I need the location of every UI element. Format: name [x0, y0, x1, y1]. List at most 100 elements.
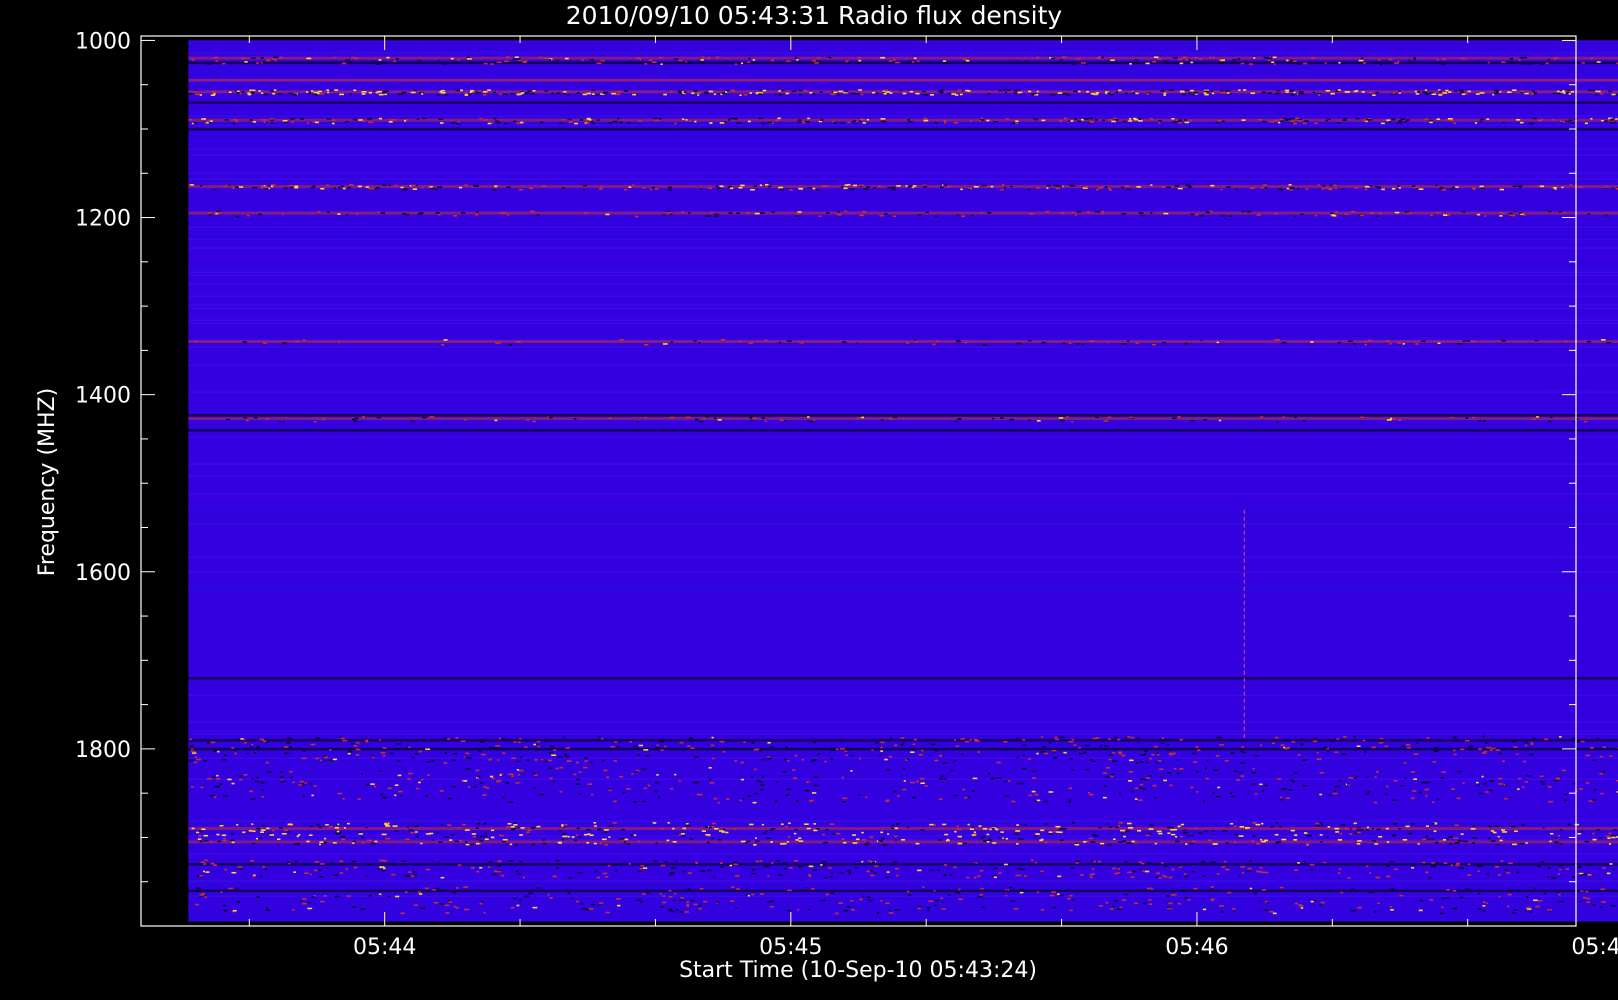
speckle — [1055, 825, 1061, 828]
speckle — [1191, 840, 1196, 843]
speckle — [817, 57, 820, 60]
speckle — [455, 840, 459, 843]
speckle — [841, 838, 845, 840]
speckle — [421, 93, 424, 95]
speckle — [1578, 788, 1583, 790]
speckle — [452, 891, 457, 894]
speckle — [356, 741, 360, 744]
speckle — [250, 746, 253, 748]
speckle — [1020, 888, 1024, 891]
speckle — [749, 92, 752, 94]
speckle — [1140, 778, 1145, 780]
bright-band — [188, 56, 1618, 60]
speckle — [1101, 62, 1106, 64]
speckle — [686, 745, 691, 748]
speckle — [1261, 91, 1266, 94]
dark-band — [188, 61, 1618, 65]
speckle — [337, 828, 341, 831]
speckle — [810, 760, 814, 763]
speckle — [748, 57, 751, 60]
speckle — [439, 790, 444, 792]
speckle — [1360, 57, 1364, 60]
speckle — [1521, 824, 1525, 826]
speckle — [210, 741, 216, 744]
speckle — [1443, 214, 1448, 216]
speckle — [1533, 92, 1537, 94]
speckle — [1533, 887, 1536, 890]
speckle — [918, 753, 924, 756]
speckle — [1142, 787, 1147, 790]
speckle — [518, 188, 524, 191]
speckle — [1462, 340, 1466, 342]
speckle — [1539, 775, 1544, 778]
speckle — [806, 827, 811, 830]
noise-streak — [188, 562, 1618, 564]
speckle — [905, 185, 908, 187]
speckle — [526, 419, 530, 421]
speckle — [802, 122, 806, 124]
speckle — [262, 61, 267, 63]
speckle — [1145, 761, 1149, 764]
speckle — [381, 833, 387, 836]
speckle — [1149, 117, 1153, 120]
speckle — [1066, 94, 1071, 96]
speckle — [886, 871, 890, 873]
speckle — [1281, 788, 1287, 790]
speckle — [833, 121, 837, 124]
speckle — [394, 830, 399, 832]
speckle — [340, 185, 344, 188]
speckle — [791, 90, 794, 93]
speckle — [503, 93, 507, 96]
speckle — [457, 864, 462, 866]
speckle — [1351, 888, 1355, 890]
speckle — [1044, 823, 1048, 825]
speckle — [1231, 908, 1236, 910]
speckle — [265, 907, 269, 910]
speckle — [1417, 90, 1421, 93]
speckle — [995, 828, 998, 830]
speckle — [511, 828, 515, 831]
speckle — [379, 866, 383, 869]
speckle — [529, 210, 534, 213]
speckle — [1279, 886, 1284, 889]
noise-streak — [188, 583, 1618, 585]
speckle — [1524, 744, 1528, 747]
speckle — [1213, 769, 1219, 772]
speckle — [1453, 753, 1457, 756]
speckle — [903, 780, 906, 782]
speckle — [789, 189, 793, 191]
speckle — [431, 760, 435, 762]
speckle — [717, 187, 721, 189]
speckle — [858, 757, 861, 760]
speckle — [1148, 899, 1152, 901]
speckle — [793, 859, 798, 862]
speckle — [1087, 792, 1091, 794]
speckle — [1599, 773, 1604, 775]
speckle — [751, 742, 755, 744]
speckle — [914, 341, 918, 343]
speckle — [515, 782, 520, 784]
speckle — [337, 213, 341, 215]
speckle — [710, 122, 713, 124]
speckle — [1546, 876, 1550, 878]
speckle — [953, 866, 957, 869]
speckle — [1571, 737, 1576, 740]
speckle — [1220, 214, 1225, 217]
speckle — [1331, 214, 1337, 217]
speckle — [408, 871, 412, 873]
speckle — [1286, 59, 1289, 62]
speckle — [589, 761, 593, 764]
speckle — [1256, 870, 1261, 873]
speckle — [902, 788, 907, 791]
speckle — [565, 91, 568, 94]
speckle — [778, 90, 781, 92]
speckle — [300, 900, 303, 902]
speckle — [1108, 758, 1112, 761]
speckle — [334, 826, 339, 829]
speckle — [1540, 63, 1544, 65]
speckle — [473, 786, 477, 788]
speckle — [243, 741, 247, 744]
speckle — [1237, 58, 1241, 60]
speckle — [1389, 888, 1395, 891]
speckle — [866, 842, 870, 844]
